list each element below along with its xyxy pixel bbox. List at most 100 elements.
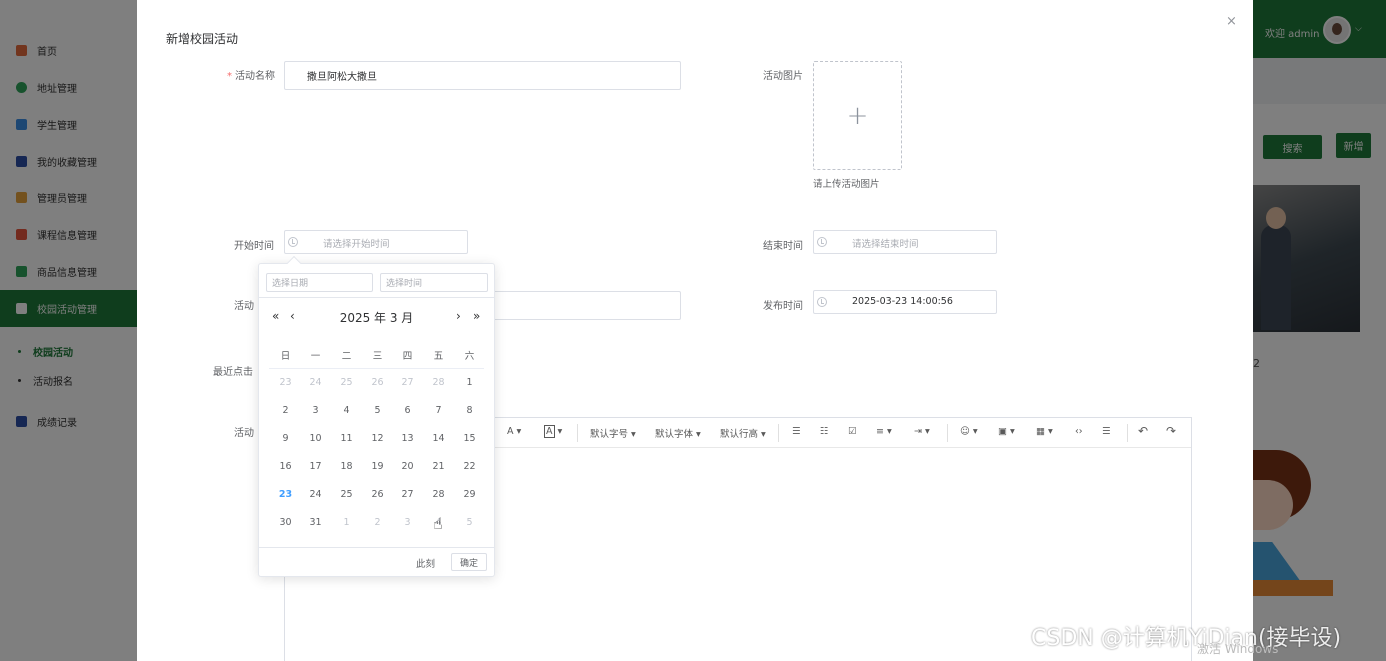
calendar-day[interactable]: 8 bbox=[454, 405, 485, 416]
numbered-list-icon[interactable]: ☷ bbox=[820, 426, 829, 437]
calendar-day[interactable]: 26 bbox=[362, 377, 393, 388]
weekday-header: 四 bbox=[402, 351, 413, 362]
calendar-day[interactable]: 10 bbox=[300, 433, 331, 444]
calendar-day[interactable]: 1 bbox=[331, 517, 362, 528]
calendar-day[interactable]: 14 bbox=[423, 433, 454, 444]
picker-date-input[interactable]: 选择日期 bbox=[266, 273, 373, 292]
image-upload[interactable]: + bbox=[813, 61, 902, 170]
publish-time-value: 2025-03-23 14:00:56 bbox=[852, 296, 953, 307]
confirm-button[interactable]: 确定 bbox=[451, 553, 487, 571]
font-color-button[interactable]: A ▾ bbox=[507, 426, 521, 437]
next-year-icon[interactable]: » bbox=[473, 309, 480, 323]
prev-month-icon[interactable]: ‹ bbox=[290, 309, 295, 323]
weekday-header: 二 bbox=[341, 351, 352, 362]
calendar-day[interactable]: 2 bbox=[270, 405, 301, 416]
watermark: CSDN @计算机YiDian(接毕设) bbox=[1031, 626, 1342, 651]
calendar-day[interactable]: 12 bbox=[362, 433, 393, 444]
calendar-day[interactable]: 22 bbox=[454, 461, 485, 472]
calendar-day[interactable]: 18 bbox=[331, 461, 362, 472]
calendar-day[interactable]: 4 bbox=[331, 405, 362, 416]
divider-icon[interactable]: ☰ bbox=[1102, 426, 1111, 437]
calendar-day[interactable]: 15 bbox=[454, 433, 485, 444]
calendar-day[interactable]: 7 bbox=[423, 405, 454, 416]
calendar-day[interactable]: 27 bbox=[392, 489, 423, 500]
font-size-select[interactable]: 默认字号 ▾ bbox=[590, 426, 636, 440]
indent-icon[interactable]: ⇥ ▾ bbox=[914, 426, 930, 437]
image-upload-tip: 请上传活动图片 bbox=[813, 179, 880, 190]
weekday-header: 五 bbox=[433, 351, 444, 362]
clock-icon bbox=[288, 237, 298, 247]
date-picker-popup: 选择日期 选择时间 2025 年 3 月 « ‹ › » 此刻 确定 日一二三四… bbox=[258, 255, 495, 577]
now-button[interactable]: 此刻 bbox=[416, 556, 435, 570]
table-icon[interactable]: ▦ ▾ bbox=[1036, 426, 1053, 437]
calendar-day[interactable]: 31 bbox=[300, 517, 331, 528]
clock-icon bbox=[817, 237, 827, 247]
next-month-icon[interactable]: › bbox=[456, 309, 461, 323]
plus-icon: + bbox=[846, 100, 869, 131]
calendar-day[interactable]: 17 bbox=[300, 461, 331, 472]
calendar-day[interactable]: 24 bbox=[300, 377, 331, 388]
recent-click-label: 最近点击 bbox=[213, 367, 253, 378]
todo-icon[interactable]: ☑ bbox=[848, 426, 857, 437]
calendar-day[interactable]: 27 bbox=[392, 377, 423, 388]
activate-windows-text: 激活 Windows bbox=[1197, 642, 1279, 656]
calendar-day[interactable]: 19 bbox=[362, 461, 393, 472]
code-icon[interactable]: ‹› bbox=[1075, 426, 1083, 437]
calendar-day[interactable]: 2 bbox=[362, 517, 393, 528]
weekday-header: 六 bbox=[464, 351, 475, 362]
align-icon[interactable]: ≡ ▾ bbox=[876, 426, 892, 437]
start-time-label: 开始时间 bbox=[234, 241, 274, 252]
bg-color-button[interactable]: A ▾ bbox=[544, 425, 562, 438]
calendar-day-today[interactable]: 23 bbox=[270, 489, 301, 500]
calendar-day[interactable]: 26 bbox=[362, 489, 393, 500]
calendar-day[interactable]: 6 bbox=[392, 405, 423, 416]
calendar-day[interactable]: 29 bbox=[454, 489, 485, 500]
calendar-day[interactable]: 20 bbox=[392, 461, 423, 472]
line-height-select[interactable]: 默认行高 ▾ bbox=[720, 426, 766, 440]
calendar-day[interactable]: 5 bbox=[362, 405, 393, 416]
location-label: 活动 bbox=[234, 301, 254, 312]
calendar-day[interactable]: 13 bbox=[392, 433, 423, 444]
weekday-header: 日 bbox=[280, 351, 291, 362]
activity-image-label: 活动图片 bbox=[763, 71, 803, 82]
calendar-day[interactable]: 16 bbox=[270, 461, 301, 472]
calendar-day[interactable]: 11 bbox=[331, 433, 362, 444]
start-time-picker[interactable]: 请选择开始时间 bbox=[284, 230, 468, 254]
calendar-day[interactable]: 25 bbox=[331, 377, 362, 388]
bullet-list-icon[interactable]: ☰ bbox=[792, 426, 801, 437]
hand-cursor-icon: ☝ bbox=[433, 514, 443, 533]
font-family-select[interactable]: 默认字体 ▾ bbox=[655, 426, 701, 440]
calendar-day[interactable]: 23 bbox=[270, 377, 301, 388]
dialog-title: 新增校园活动 bbox=[166, 32, 239, 46]
calendar-day[interactable]: 9 bbox=[270, 433, 301, 444]
calendar-day[interactable]: 3 bbox=[300, 405, 331, 416]
weekday-header: 一 bbox=[310, 351, 321, 362]
calendar-day[interactable]: 24 bbox=[300, 489, 331, 500]
activity-name-input[interactable]: 撒旦阿松大撒旦 bbox=[284, 61, 681, 90]
end-time-placeholder: 请选择结束时间 bbox=[852, 239, 919, 250]
calendar-day[interactable]: 5 bbox=[454, 517, 485, 528]
end-time-label: 结束时间 bbox=[763, 241, 803, 252]
image-icon[interactable]: ▣ ▾ bbox=[998, 426, 1015, 437]
redo-icon[interactable]: ↷ bbox=[1166, 424, 1176, 438]
calendar-day[interactable]: 30 bbox=[270, 517, 301, 528]
calendar-day[interactable]: 28 bbox=[423, 489, 454, 500]
calendar-day[interactable]: 3 bbox=[392, 517, 423, 528]
publish-time-picker[interactable]: 2025-03-23 14:00:56 bbox=[813, 290, 997, 314]
clock-icon bbox=[817, 297, 827, 307]
undo-icon[interactable]: ↶ bbox=[1138, 424, 1148, 438]
start-time-placeholder: 请选择开始时间 bbox=[323, 239, 390, 250]
content-label: 活动 bbox=[234, 428, 254, 439]
calendar-day[interactable]: 21 bbox=[423, 461, 454, 472]
calendar-day[interactable]: 25 bbox=[331, 489, 362, 500]
prev-year-icon[interactable]: « bbox=[272, 309, 279, 323]
close-icon[interactable]: × bbox=[1226, 14, 1237, 29]
end-time-picker[interactable]: 请选择结束时间 bbox=[813, 230, 997, 254]
weekday-header: 三 bbox=[372, 351, 383, 362]
calendar-day[interactable]: 1 bbox=[454, 377, 485, 388]
picker-time-input[interactable]: 选择时间 bbox=[380, 273, 488, 292]
emoji-icon[interactable]: ☺ ▾ bbox=[960, 426, 978, 437]
publish-time-label: 发布时间 bbox=[763, 301, 803, 312]
calendar-day[interactable]: 28 bbox=[423, 377, 454, 388]
activity-name-label: * 活动名称 bbox=[227, 71, 275, 82]
